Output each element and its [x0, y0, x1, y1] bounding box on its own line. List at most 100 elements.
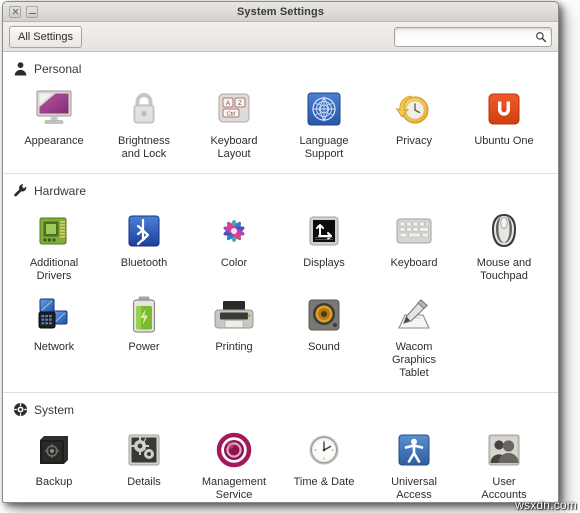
section-personal: Personal Appearance Brightness and Lock … [3, 52, 558, 173]
minimize-icon[interactable] [26, 5, 38, 18]
tile-details[interactable]: Details [99, 424, 189, 502]
window-controls [3, 5, 38, 18]
section-header-personal: Personal [3, 59, 558, 80]
tile-label: Appearance [24, 135, 84, 147]
keyboard-layout-icon: A Z Ctrl [210, 87, 258, 131]
tile-label: Language Support [299, 135, 349, 160]
tile-label: Displays [303, 257, 345, 269]
all-settings-label: All Settings [18, 30, 74, 43]
tile-user-accounts[interactable]: User Accounts [459, 424, 549, 502]
toolbar: All Settings [3, 22, 558, 52]
tile-label: Universal Access [391, 476, 437, 501]
search-box[interactable] [394, 26, 552, 47]
tile-brightness-and-lock[interactable]: Brightness and Lock [99, 83, 189, 167]
tile-label: Network [33, 341, 75, 353]
close-icon[interactable] [9, 5, 21, 18]
grid-system: Backup Details Management Service Time &… [3, 421, 558, 502]
tile-management-service[interactable]: Management Service [189, 424, 279, 502]
search-input[interactable] [395, 27, 551, 46]
settings-content: Personal Appearance Brightness and Lock … [3, 52, 558, 502]
grid-personal: Appearance Brightness and Lock A Z Ctrl … [3, 80, 558, 171]
section-header-system: System [3, 400, 558, 421]
tile-sound[interactable]: Sound [279, 289, 369, 386]
grid-hardware: Additional Drivers Bluetooth Color Displ… [3, 202, 558, 390]
tile-label: Bluetooth [120, 257, 168, 269]
backup-icon [30, 428, 78, 472]
system-gear-icon [13, 402, 28, 417]
time-date-icon [300, 428, 348, 472]
keyboard-icon [390, 209, 438, 253]
tile-label: Power [128, 341, 160, 353]
details-icon [120, 428, 168, 472]
tile-label: Time & Date [293, 476, 355, 488]
color-icon [210, 209, 258, 253]
system-settings-window: System Settings All Settings Personal Ap… [2, 1, 559, 503]
wrench-icon [14, 184, 27, 197]
privacy-icon [390, 87, 438, 131]
tile-label: Mouse and Touchpad [476, 257, 532, 282]
section-system: System Backup Details Management Service… [3, 392, 558, 502]
tile-bluetooth[interactable]: Bluetooth [99, 205, 189, 289]
svg-text:Ctrl: Ctrl [227, 111, 236, 117]
management-service-icon [210, 428, 258, 472]
tile-label: Sound [308, 341, 340, 353]
tile-label: Privacy [395, 135, 433, 147]
tile-appearance[interactable]: Appearance [9, 83, 99, 167]
tile-privacy[interactable]: Privacy [369, 83, 459, 167]
tile-universal-access[interactable]: Universal Access [369, 424, 459, 502]
all-settings-button[interactable]: All Settings [9, 25, 83, 48]
displays-icon [300, 209, 348, 253]
screen: System Settings All Settings Personal Ap… [0, 0, 580, 513]
tile-power[interactable]: Power [99, 289, 189, 386]
svg-text:A: A [226, 101, 230, 107]
tile-label: Wacom Graphics Tablet [391, 341, 437, 379]
tile-label: Printing [215, 341, 253, 353]
printing-icon [210, 293, 258, 337]
sound-icon [300, 293, 348, 337]
person-icon [14, 62, 27, 76]
window-title: System Settings [236, 5, 325, 18]
tile-color[interactable]: Color [189, 205, 279, 289]
tile-label: Keyboard Layout [210, 135, 258, 160]
watermark: wsxdn.com [515, 498, 577, 512]
section-title-hardware: Hardware [34, 183, 87, 198]
bluetooth-icon [120, 209, 168, 253]
language-support-icon [300, 87, 348, 131]
universal-access-icon [390, 428, 438, 472]
tile-label: Backup [35, 476, 73, 488]
tile-keyboard[interactable]: Keyboard [369, 205, 459, 289]
network-icon [30, 293, 78, 337]
tile-label: Keyboard [390, 257, 438, 269]
section-hardware: Hardware Additional Drivers Bluetooth Co… [3, 173, 558, 392]
titlebar: System Settings [3, 2, 558, 22]
tile-network[interactable]: Network [9, 289, 99, 386]
tile-displays[interactable]: Displays [279, 205, 369, 289]
ubuntu-one-icon [480, 87, 528, 131]
appearance-icon [30, 87, 78, 131]
wacom-tablet-icon [390, 293, 438, 337]
section-title-personal: Personal [34, 61, 82, 76]
section-header-hardware: Hardware [3, 181, 558, 202]
tile-label: Brightness and Lock [118, 135, 170, 160]
tile-label: Management Service [201, 476, 267, 501]
tile-label: Ubuntu One [474, 135, 534, 147]
tile-label: Color [220, 257, 248, 269]
tile-time-and-date[interactable]: Time & Date [279, 424, 369, 502]
tile-label: Details [127, 476, 161, 488]
mouse-touchpad-icon [480, 209, 528, 253]
tile-additional-drivers[interactable]: Additional Drivers [9, 205, 99, 289]
tile-keyboard-layout[interactable]: A Z Ctrl Keyboard Layout [189, 83, 279, 167]
tile-label: Additional Drivers [29, 257, 79, 282]
additional-drivers-icon [30, 209, 78, 253]
power-icon [120, 293, 168, 337]
tile-ubuntu-one[interactable]: Ubuntu One [459, 83, 549, 167]
tile-wacom-graphics-tablet[interactable]: Wacom Graphics Tablet [369, 289, 459, 386]
tile-printing[interactable]: Printing [189, 289, 279, 386]
brightness-lock-icon [120, 87, 168, 131]
tile-language-support[interactable]: Language Support [279, 83, 369, 167]
user-accounts-icon [480, 428, 528, 472]
tile-mouse-and-touchpad[interactable]: Mouse and Touchpad [459, 205, 549, 289]
svg-text:Z: Z [238, 101, 242, 107]
tile-backup[interactable]: Backup [9, 424, 99, 502]
section-title-system: System [34, 402, 75, 417]
